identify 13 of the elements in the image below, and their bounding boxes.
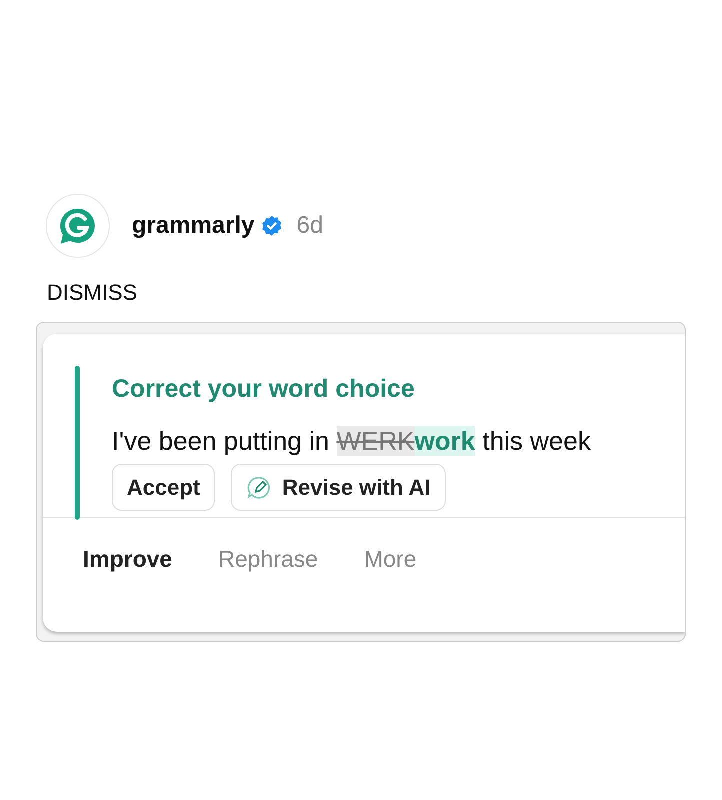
suggestion-sentence: I've been putting in WERKwork this week [112, 425, 591, 458]
pen-bubble-icon [246, 474, 272, 500]
revise-button[interactable]: Revise with AI [231, 464, 446, 511]
author-name[interactable]: grammarly [132, 212, 255, 240]
suggestion-title: Correct your word choice [112, 374, 416, 404]
dismiss-label[interactable]: DISMISS [47, 280, 722, 306]
tab[interactable]: Rephrase [218, 546, 318, 573]
accept-button[interactable]: Accept [112, 464, 216, 511]
post-time: 6d [296, 212, 324, 240]
logo-icon [59, 207, 97, 245]
tab[interactable]: Improve [83, 546, 172, 573]
logo-avatar[interactable] [46, 194, 110, 258]
tab[interactable]: More [364, 546, 417, 573]
